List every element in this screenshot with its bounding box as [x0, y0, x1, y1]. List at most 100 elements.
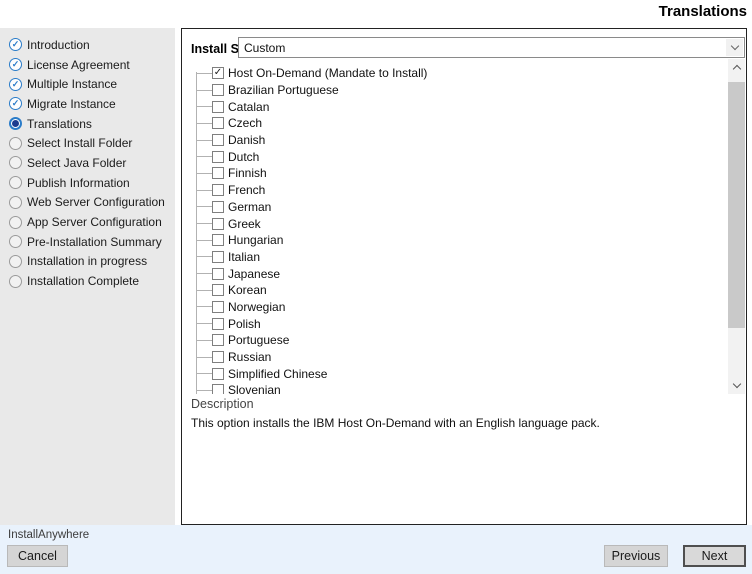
sidebar-item-installation-complete: Installation Complete: [0, 271, 175, 291]
tree-connector: [196, 373, 212, 374]
scrollbar-thumb[interactable]: [728, 82, 745, 328]
cancel-button[interactable]: Cancel: [7, 545, 68, 567]
language-row-catalan[interactable]: Catalan: [188, 98, 728, 115]
install-set-dropdown[interactable]: Custom: [238, 37, 745, 58]
language-label: Norwegian: [228, 300, 285, 314]
language-checkbox[interactable]: [212, 251, 224, 263]
language-label: Host On-Demand (Mandate to Install): [228, 66, 427, 80]
sidebar-item-multiple-instance: Multiple Instance: [0, 74, 175, 94]
language-row-russian[interactable]: Russian: [188, 349, 728, 366]
tree-connector: [196, 340, 212, 341]
language-label: Czech: [228, 116, 262, 130]
step-pending-icon: [9, 255, 22, 268]
dropdown-button[interactable]: [726, 39, 743, 56]
previous-button[interactable]: Previous: [604, 545, 668, 567]
language-checkbox[interactable]: [212, 268, 224, 280]
language-label: Polish: [228, 317, 261, 331]
language-checkbox[interactable]: [212, 368, 224, 380]
list-scrollbar[interactable]: [728, 59, 745, 394]
language-checkbox[interactable]: [212, 351, 224, 363]
sidebar-item-license-agreement: License Agreement: [0, 55, 175, 75]
next-button[interactable]: Next: [683, 545, 746, 567]
language-row-simplified-chinese[interactable]: Simplified Chinese: [188, 365, 728, 382]
sidebar-item-web-server-configuration: Web Server Configuration: [0, 193, 175, 213]
language-row-danish[interactable]: Danish: [188, 132, 728, 149]
scroll-down-button[interactable]: [728, 377, 745, 394]
step-sidebar: Introduction License Agreement Multiple In…: [0, 28, 175, 525]
language-label: German: [228, 200, 271, 214]
scroll-up-button[interactable]: [728, 59, 745, 76]
language-checkbox[interactable]: [212, 167, 224, 179]
step-label: Installation in progress: [27, 254, 147, 268]
tree-connector: [196, 90, 212, 91]
tree-connector: [196, 390, 212, 391]
step-pending-icon: [9, 216, 22, 229]
language-row-greek[interactable]: Greek: [188, 215, 728, 232]
language-checkbox[interactable]: [212, 117, 224, 129]
chevron-up-icon: [732, 65, 740, 73]
description-label: Description: [191, 397, 254, 411]
tree-connector: [196, 223, 212, 224]
sidebar-item-introduction: Introduction: [0, 35, 175, 55]
language-checkbox[interactable]: [212, 218, 224, 230]
language-label: Greek: [228, 217, 261, 231]
language-checkbox[interactable]: [212, 134, 224, 146]
language-row-japanese[interactable]: Japanese: [188, 265, 728, 282]
language-checkbox[interactable]: [212, 151, 224, 163]
language-row-french[interactable]: French: [188, 182, 728, 199]
language-row-finnish[interactable]: Finnish: [188, 165, 728, 182]
install-set-value: Custom: [244, 41, 285, 55]
language-checkbox[interactable]: [212, 67, 224, 79]
step-completed-icon: [9, 38, 22, 51]
step-label: Publish Information: [27, 176, 130, 190]
installanywhere-brand: InstallAnywhere: [8, 529, 89, 541]
step-label: Introduction: [27, 38, 90, 52]
language-list: Host On-Demand (Mandate to Install) Brazi…: [188, 59, 728, 394]
language-label: Italian: [228, 250, 260, 264]
sidebar-item-select-java-folder: Select Java Folder: [0, 153, 175, 173]
language-checkbox[interactable]: [212, 384, 224, 394]
language-row-host-on-demand-mandate-to-install[interactable]: Host On-Demand (Mandate to Install): [188, 65, 728, 82]
language-label: Hungarian: [228, 233, 283, 247]
language-row-brazilian-portuguese[interactable]: Brazilian Portuguese: [188, 82, 728, 99]
step-label: Web Server Configuration: [27, 195, 165, 209]
tree-connector: [196, 73, 212, 74]
language-checkbox[interactable]: [212, 301, 224, 313]
language-row-dutch[interactable]: Dutch: [188, 148, 728, 165]
step-label: Translations: [27, 117, 92, 131]
language-label: French: [228, 183, 265, 197]
step-pending-icon: [9, 176, 22, 189]
language-checkbox[interactable]: [212, 201, 224, 213]
step-completed-icon: [9, 58, 22, 71]
title-band: Translations: [0, 0, 752, 28]
language-row-portuguese[interactable]: Portuguese: [188, 332, 728, 349]
language-checkbox[interactable]: [212, 184, 224, 196]
sidebar-item-app-server-configuration: App Server Configuration: [0, 212, 175, 232]
sidebar-item-select-install-folder: Select Install Folder: [0, 133, 175, 153]
language-checkbox[interactable]: [212, 84, 224, 96]
tree-connector: [196, 290, 212, 291]
tree-connector: [196, 190, 212, 191]
language-checkbox[interactable]: [212, 234, 224, 246]
step-label: Multiple Instance: [27, 77, 117, 91]
language-row-german[interactable]: German: [188, 199, 728, 216]
language-checkbox[interactable]: [212, 284, 224, 296]
language-row-norwegian[interactable]: Norwegian: [188, 299, 728, 316]
language-row-czech[interactable]: Czech: [188, 115, 728, 132]
sidebar-item-publish-information: Publish Information: [0, 173, 175, 193]
language-checkbox[interactable]: [212, 334, 224, 346]
sidebar-item-translations: Translations: [0, 114, 175, 134]
language-row-hungarian[interactable]: Hungarian: [188, 232, 728, 249]
language-row-polish[interactable]: Polish: [188, 315, 728, 332]
language-row-slovenian[interactable]: Slovenian: [188, 382, 728, 394]
step-label: Migrate Instance: [27, 97, 116, 111]
tree-connector: [196, 123, 212, 124]
language-checkbox[interactable]: [212, 318, 224, 330]
language-row-korean[interactable]: Korean: [188, 282, 728, 299]
language-checkbox[interactable]: [212, 101, 224, 113]
description-text: This option installs the IBM Host On-Dem…: [191, 416, 600, 430]
language-row-italian[interactable]: Italian: [188, 249, 728, 266]
tree-connector: [196, 273, 212, 274]
language-label: Dutch: [228, 150, 259, 164]
step-current-icon: [9, 117, 22, 130]
